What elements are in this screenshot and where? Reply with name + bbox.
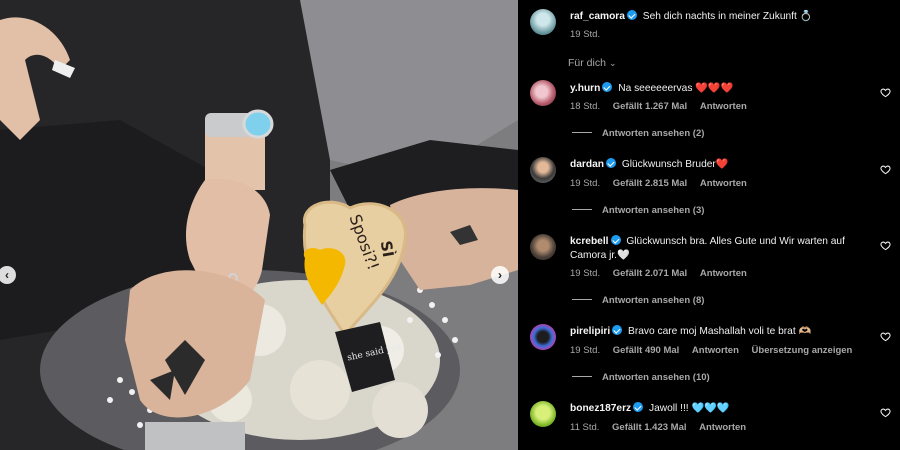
caption-text: Seh dich nachts in meiner Zukunft 💍 <box>642 11 813 22</box>
comment-filter-dropdown[interactable]: Für dich ⌄ <box>568 57 616 69</box>
proposal-photo-illustration: Sposi?! SÌ she said yes <box>0 0 518 450</box>
view-replies-label: Antworten ansehen (3) <box>602 205 705 216</box>
comment-username[interactable]: kcrebell <box>570 236 609 247</box>
comment-meta: 19 Std. Gefällt 490 Mal Antworten Überse… <box>570 345 862 356</box>
comment-likes[interactable]: Gefällt 1.267 Mal <box>613 101 687 112</box>
verified-badge-icon <box>602 82 613 92</box>
comment-username[interactable]: y.hurn <box>570 83 600 94</box>
verified-badge-icon <box>610 235 621 245</box>
next-image-button[interactable]: › <box>491 266 509 284</box>
comment-time[interactable]: 11 Std. <box>570 422 599 433</box>
comment-text-continued: Camora jr.🤍 <box>570 249 630 263</box>
heart-outline-icon[interactable] <box>880 240 891 251</box>
comment-likes[interactable]: Gefällt 1.423 Mal <box>612 422 686 433</box>
post-photo[interactable]: Sposi?! SÌ she said yes ‹ › <box>0 0 518 450</box>
avatar[interactable] <box>530 401 556 427</box>
see-translation-button[interactable]: Übersetzung anzeigen <box>752 345 853 356</box>
verified-badge-icon <box>605 158 616 168</box>
avatar[interactable] <box>530 157 556 183</box>
comment-text-line-2: Camora jr.🤍 <box>570 250 630 261</box>
view-replies-label: Antworten ansehen (10) <box>602 372 710 383</box>
comment-item: bonez187erz Jawoll !!! 🩵🩵🩵 <box>570 402 730 416</box>
comment-text: Bravo care moj Mashallah voli te brat 🫶🏼 <box>628 326 812 337</box>
reply-button[interactable]: Antworten <box>700 101 747 112</box>
filter-label: Für dich <box>568 57 606 69</box>
verified-badge-icon <box>626 10 637 20</box>
comment-time[interactable]: 19 Std. <box>570 345 600 356</box>
replies-divider <box>572 209 592 210</box>
cookie-lettering-2: SÌ <box>377 239 399 258</box>
comment-item: y.hurn Na seeeeeervas ❤️❤️❤️ <box>570 82 733 96</box>
view-replies-button[interactable]: Antworten ansehen (2) <box>572 128 704 139</box>
reply-button[interactable]: Antworten <box>700 268 747 279</box>
comment-item: kcrebell Glückwunsch bra. Alles Gute und… <box>570 235 845 249</box>
comment-item: dardan Glückwunsch Bruder❤️ <box>570 158 729 172</box>
view-replies-label: Antworten ansehen (8) <box>602 295 705 306</box>
avatar[interactable] <box>530 234 556 260</box>
comment-item: pirelipiri Bravo care moj Mashallah voli… <box>570 325 811 339</box>
post-meta: 19 Std. <box>570 29 610 40</box>
comment-text: Glückwunsch bra. Alles Gute und Wir wart… <box>626 236 845 247</box>
post-caption: raf_camora Seh dich nachts in meiner Zuk… <box>570 10 812 24</box>
chevron-down-icon: ⌄ <box>608 58 617 68</box>
avatar[interactable] <box>530 324 556 350</box>
comment-likes[interactable]: Gefällt 2.071 Mal <box>613 268 687 279</box>
comment-likes[interactable]: Gefällt 2.815 Mal <box>613 178 687 189</box>
replies-divider <box>572 132 592 133</box>
comment-username[interactable]: pirelipiri <box>570 326 610 337</box>
chevron-left-icon: ‹ <box>5 268 9 282</box>
reply-button[interactable]: Antworten <box>699 422 746 433</box>
post-time[interactable]: 19 Std. <box>570 29 600 40</box>
author-avatar[interactable] <box>530 9 556 35</box>
view-replies-button[interactable]: Antworten ansehen (10) <box>572 372 710 383</box>
heart-outline-icon[interactable] <box>880 87 891 98</box>
comment-text: Glückwunsch Bruder❤️ <box>621 159 729 170</box>
replies-divider <box>572 299 592 300</box>
comment-username[interactable]: dardan <box>570 159 604 170</box>
reply-button[interactable]: Antworten <box>692 345 739 356</box>
view-replies-label: Antworten ansehen (2) <box>602 128 705 139</box>
comment-meta: 19 Std. Gefällt 2.071 Mal Antworten <box>570 268 757 279</box>
comment-text: Na seeeeeervas ❤️❤️❤️ <box>618 83 734 94</box>
view-replies-button[interactable]: Antworten ansehen (8) <box>572 295 704 306</box>
replies-divider <box>572 376 592 377</box>
comment-text: Jawoll !!! 🩵🩵🩵 <box>649 403 730 414</box>
heart-outline-icon[interactable] <box>880 331 891 342</box>
comment-time[interactable]: 18 Std. <box>570 101 600 112</box>
heart-outline-icon[interactable] <box>880 407 891 418</box>
svg-text:SÌ: SÌ <box>377 239 399 258</box>
view-replies-button[interactable]: Antworten ansehen (3) <box>572 205 704 216</box>
comment-username[interactable]: bonez187erz <box>570 403 631 414</box>
comment-likes[interactable]: Gefällt 490 Mal <box>613 345 680 356</box>
comment-meta: 19 Std. Gefällt 2.815 Mal Antworten <box>570 178 757 189</box>
comment-meta: 11 Std. Gefällt 1.423 Mal Antworten <box>570 422 756 433</box>
comment-time[interactable]: 19 Std. <box>570 268 600 279</box>
heart-outline-icon[interactable] <box>880 164 891 175</box>
author-username[interactable]: raf_camora <box>570 11 625 22</box>
comments-panel: raf_camora Seh dich nachts in meiner Zuk… <box>518 0 900 450</box>
reply-button[interactable]: Antworten <box>700 178 747 189</box>
chevron-right-icon: › <box>498 268 502 282</box>
avatar[interactable] <box>530 80 556 106</box>
comment-meta: 18 Std. Gefällt 1.267 Mal Antworten <box>570 101 757 112</box>
verified-badge-icon <box>633 402 644 412</box>
comment-time[interactable]: 19 Std. <box>570 178 600 189</box>
verified-badge-icon <box>612 325 623 335</box>
